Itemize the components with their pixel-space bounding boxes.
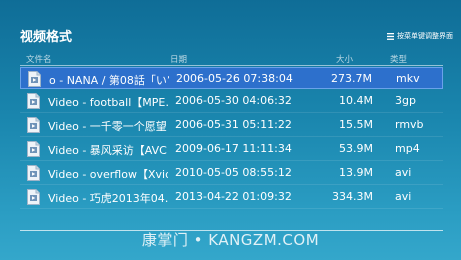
file-date: 2010-05-05 08:55:12 (175, 166, 292, 179)
file-name: Video - 暴风采访【AVC… (48, 144, 168, 157)
video-file-icon (27, 189, 40, 205)
file-type: avi (395, 166, 412, 179)
column-header-type[interactable]: 类型 (390, 53, 407, 65)
file-size: 334.3M (332, 190, 373, 203)
column-header-name[interactable]: 文件名 (26, 53, 52, 65)
watermark: 康掌门 • KANGZM.COM (141, 231, 320, 249)
file-size: 10.4M (339, 94, 373, 107)
file-type: rmvb (395, 118, 424, 131)
file-list: o - NANA / 第08話「い’ 2006-05-26 07:38:04 273… (20, 66, 443, 231)
file-row[interactable]: o - NANA / 第08話「い’ 2006-05-26 07:38:04 273… (20, 67, 443, 89)
file-date: 2009-06-17 11:11:34 (175, 142, 292, 155)
file-date: 2006-05-31 05:11:22 (175, 118, 292, 131)
file-type: avi (395, 190, 412, 203)
menu-hint-label: 按菜单键调整界面 (397, 32, 453, 40)
file-name: o - NANA / 第08話「い’ (49, 74, 169, 87)
video-file-icon (27, 165, 40, 181)
file-size: 53.9M (339, 142, 373, 155)
file-type: mp4 (395, 142, 420, 155)
file-row[interactable]: Video - 一千零一个愿望… 2006-05-31 05:11:22 15.5M… (20, 114, 443, 137)
file-date: 2013-04-22 01:09:32 (175, 190, 292, 203)
menu-icon (387, 32, 394, 40)
file-row[interactable]: Video - football【MPE… 2006-05-30 04:06:32… (20, 90, 443, 113)
file-row[interactable]: Video - 巧虎2013年04… 2013-04-22 01:09:32 334… (20, 186, 443, 209)
file-name: Video - overflow【Xvid… (48, 168, 168, 181)
file-date: 2006-05-30 04:06:32 (175, 94, 292, 107)
file-size: 15.5M (339, 118, 373, 131)
file-name: Video - football【MPE… (48, 96, 168, 109)
file-type: 3gp (395, 94, 416, 107)
file-name: Video - 一千零一个愿望… (48, 120, 168, 133)
menu-hint: 按菜单键调整界面 (387, 31, 453, 41)
video-file-icon (28, 71, 41, 87)
video-file-icon (27, 141, 40, 157)
file-size: 13.9M (339, 166, 373, 179)
column-header-size[interactable]: 大小 (336, 53, 353, 65)
file-row[interactable]: Video - 暴风采访【AVC… 2009-06-17 11:11:34 53.9… (20, 138, 443, 161)
file-type: mkv (396, 72, 420, 85)
video-file-icon (27, 117, 40, 133)
video-file-icon (27, 93, 40, 109)
file-row[interactable]: Video - overflow【Xvid… 2010-05-05 08:55:1… (20, 162, 443, 185)
page-title: 视频格式 (20, 30, 73, 45)
file-name: Video - 巧虎2013年04… (48, 192, 168, 205)
file-date: 2006-05-26 07:38:04 (176, 72, 293, 85)
file-list-header: 文件名 日期 大小 类型 (20, 50, 443, 66)
column-header-date[interactable]: 日期 (170, 53, 187, 65)
file-size: 273.7M (331, 72, 372, 85)
